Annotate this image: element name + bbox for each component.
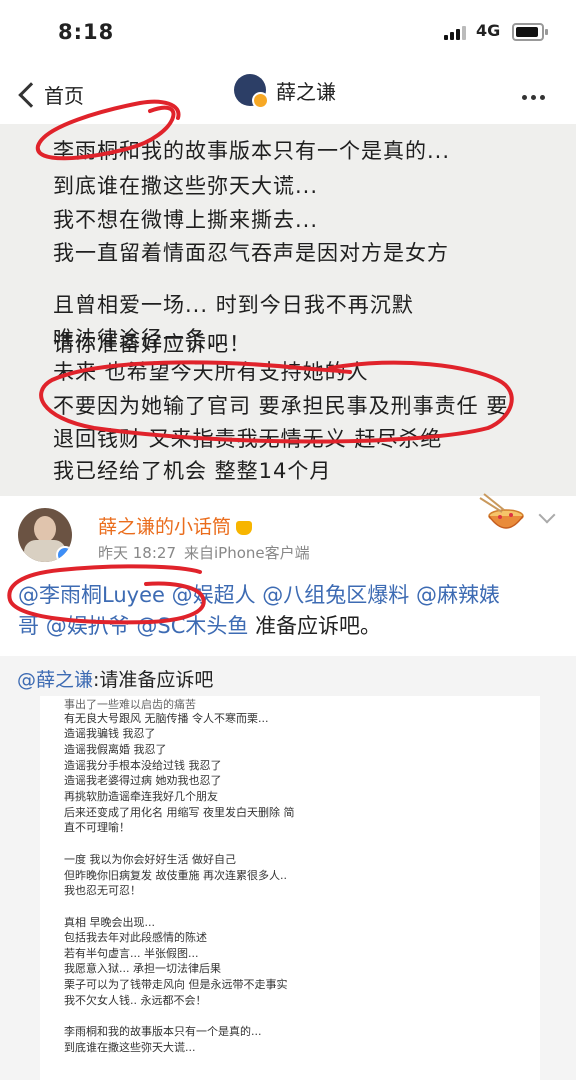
network-type: 4G xyxy=(476,21,501,40)
statement-line: 退回钱财 又来指责我无情无义 赶尽杀绝 xyxy=(53,427,443,451)
signal-icon xyxy=(444,26,470,40)
chevron-left-icon xyxy=(18,81,44,108)
repost-image-line: 到底谁在撒这些弥天大谎... xyxy=(64,1041,196,1054)
noodle-bowl-icon xyxy=(479,493,524,529)
post-text-tail: 准备应诉吧。 xyxy=(255,614,382,638)
repost-image-line: 造谣我假离婚 我忍了 xyxy=(64,743,167,756)
repost-image-line: 有无良大号跟风 无脑传播 令人不寒而栗... xyxy=(64,712,269,725)
statement-line: 我不想在微博上撕来撕去... xyxy=(53,208,319,232)
nav-profile[interactable]: 薛之谦 xyxy=(234,74,336,109)
repost-text-body: :请准备应诉吧 xyxy=(93,669,214,691)
repost-image-line: 造谣我老婆得过病 她劝我也忍了 xyxy=(64,774,222,787)
avatar xyxy=(234,74,269,109)
verified-icon xyxy=(56,546,72,562)
repost-image-line: 我也忍无可忍！ xyxy=(64,884,141,897)
post-text: @李雨桐Luyee @娱超人 @八组兔区爆料 @麻辣婊 哥 @娱扒爷 @SC木头… xyxy=(18,580,564,642)
more-dots-icon[interactable] xyxy=(522,95,545,100)
statement-line: 请你准备好应诉吧！ xyxy=(53,332,251,356)
statement-line: 李雨桐和我的故事版本只有一个是真的... xyxy=(53,139,451,163)
repost-image-line: 李雨桐和我的故事版本只有一个是真的... xyxy=(64,1025,262,1038)
back-label: 首页 xyxy=(44,84,84,108)
repost-image-line: 包括我去年对此段感情的陈述 xyxy=(64,931,207,944)
nav-title: 薛之谦 xyxy=(276,79,336,104)
repost-block[interactable]: @薛之谦:请准备应诉吧 事出了一些难以启齿的痛苦 有无良大号跟风 无脑传播 令人… xyxy=(0,656,576,1086)
watermark-text: 悟空问答 xyxy=(459,1046,520,1065)
repost-image-line: 造谣我分手根本没给过钱 我忍了 xyxy=(64,759,222,772)
repost-image-line: 真相 早晚会出现... xyxy=(64,916,155,929)
statement-line: 不要因为她输了官司 要承担民事及刑事责任 要 xyxy=(53,394,509,418)
statement-line: 未来 也希望今天所有支持她的人 xyxy=(53,360,369,384)
statement-line: 我一直留着情面忍气吞声是因对方是女方 xyxy=(53,241,449,265)
statement-image[interactable]: 李雨桐和我的故事版本只有一个是真的... 到底谁在撒这些弥天大谎... 我不想在… xyxy=(0,124,576,496)
statement-line: 且曾相爱一场... 时到今日我不再沉默 xyxy=(53,293,414,317)
repost-image-line: 直不可理喻！ xyxy=(64,821,130,834)
wukong-logo-icon xyxy=(432,1044,454,1066)
mention-link[interactable]: @麻辣婊 xyxy=(416,583,500,607)
mention-link[interactable]: @八组兔区爆料 xyxy=(262,583,409,607)
repost-image-line: 栗子可以为了钱带走风向 但是永远带不走事实 xyxy=(64,978,288,991)
repost-image-line: 一度 我以为你会好好生活 做好自己 xyxy=(64,853,236,866)
nav-bar: 首页 薛之谦 xyxy=(0,62,576,124)
repost-image-line: 我愿意入狱... 承担一切法律后果 xyxy=(64,962,221,975)
verified-icon xyxy=(252,92,269,109)
avatar[interactable] xyxy=(18,508,72,562)
repost-image-line: 若有半句虚言... 半张假图... xyxy=(64,947,199,960)
chevron-down-icon[interactable] xyxy=(538,506,556,524)
mention-link[interactable]: @薛之谦 xyxy=(17,669,93,691)
statement-line: 我已经给了机会 整整14个月 xyxy=(53,459,332,483)
statement-line: 到底谁在撒这些弥天大谎... xyxy=(53,174,319,198)
back-button[interactable]: 首页 xyxy=(14,80,84,109)
post-username-row[interactable]: 薛之谦的小话筒 xyxy=(98,512,253,539)
post-time: 昨天 18:27 xyxy=(98,544,176,562)
repost-image[interactable]: 事出了一些难以启齿的痛苦 有无良大号跟风 无脑传播 令人不寒而栗... 造谣我骗… xyxy=(40,696,540,1086)
repost-image-line: 后来还变成了用化名 用缩写 夜里发白天删除 简 xyxy=(64,806,295,819)
weibo-post: 薛之谦的小话筒 昨天 18:27 来自iPhone客户端 @李雨桐Luyee @娱… xyxy=(0,493,576,660)
crown-icon xyxy=(236,520,253,535)
mention-link-cont[interactable]: 哥 xyxy=(18,614,39,638)
post-username: 薛之谦的小话筒 xyxy=(98,516,232,538)
battery-icon xyxy=(512,23,548,41)
status-time: 8:18 xyxy=(58,20,115,44)
watermark: 悟空问答 xyxy=(432,1044,519,1066)
repost-text: @薛之谦:请准备应诉吧 xyxy=(17,665,213,692)
repost-image-line: 我不欠女人钱.. 永远都不会！ xyxy=(64,994,207,1007)
mention-link[interactable]: @娱超人 xyxy=(172,583,256,607)
post-meta: 昨天 18:27 来自iPhone客户端 xyxy=(98,542,318,563)
post-source: 来自iPhone客户端 xyxy=(184,544,310,562)
repost-image-line: 造谣我骗钱 我忍了 xyxy=(64,727,156,740)
repost-image-line: 再挑软肋造谣牵连我好几个朋友 xyxy=(64,790,218,803)
mention-link[interactable]: @娱扒爷 xyxy=(46,614,130,638)
mention-link[interactable]: @SC木头鱼 xyxy=(136,614,248,638)
status-bar: 8:18 4G xyxy=(0,0,576,62)
mention-link[interactable]: @李雨桐Luyee xyxy=(18,583,165,607)
repost-image-line: 但昨晚你旧病复发 故伎重施 再次连累很多人.. xyxy=(64,869,287,882)
